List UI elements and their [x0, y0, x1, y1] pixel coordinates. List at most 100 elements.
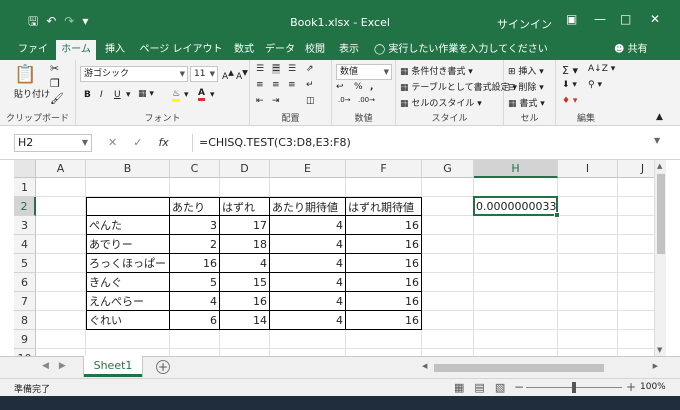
cell-G9[interactable]: [422, 330, 474, 349]
italic-icon[interactable]: I: [100, 90, 103, 100]
font-size-select[interactable]: 11 ▼: [190, 66, 218, 82]
cell-E10[interactable]: [270, 349, 346, 356]
align-top-icon[interactable]: ☰: [256, 64, 264, 74]
select-all-corner[interactable]: [14, 160, 36, 178]
cell-G6[interactable]: [422, 273, 474, 292]
cell-F10[interactable]: [346, 349, 422, 356]
row-header[interactable]: 5: [14, 254, 36, 273]
cell-C8[interactable]: 6: [170, 311, 220, 330]
decrease-indent-icon[interactable]: ⇤: [256, 96, 264, 106]
cell-H10[interactable]: [474, 349, 558, 356]
cell-H3[interactable]: [474, 216, 558, 235]
cell-B2[interactable]: [86, 197, 170, 216]
cell-D7[interactable]: 16: [220, 292, 270, 311]
cell-C4[interactable]: 2: [170, 235, 220, 254]
cell-F3[interactable]: 16: [346, 216, 422, 235]
minimize-icon[interactable]: —: [594, 12, 606, 26]
ribbon-display-options-icon[interactable]: ▣: [566, 12, 577, 26]
cell-C6[interactable]: 5: [170, 273, 220, 292]
vertical-scroll-thumb[interactable]: [657, 174, 665, 254]
cell-B1[interactable]: [86, 178, 170, 197]
row-header[interactable]: 9: [14, 330, 36, 349]
font-color-icon[interactable]: A: [198, 88, 205, 101]
decrease-font-icon[interactable]: A▼: [236, 68, 248, 82]
cell-E2[interactable]: あたり期待値: [270, 197, 346, 216]
row-header[interactable]: 1: [14, 178, 36, 197]
chevron-down-icon[interactable]: ▾: [210, 90, 215, 100]
cell-F9[interactable]: [346, 330, 422, 349]
row-header[interactable]: 8: [14, 311, 36, 330]
orientation-icon[interactable]: ⇗: [306, 64, 314, 74]
column-header[interactable]: A: [36, 160, 86, 178]
increase-decimal-icon[interactable]: .0→: [338, 96, 351, 104]
share-button[interactable]: ☻ 共有: [614, 40, 648, 60]
cell-F4[interactable]: 16: [346, 235, 422, 254]
cell-G8[interactable]: [422, 311, 474, 330]
column-header[interactable]: B: [86, 160, 170, 178]
conditional-formatting-button[interactable]: ▦ 条件付き書式 ▾: [400, 64, 473, 77]
cell-A9[interactable]: [36, 330, 86, 349]
bold-icon[interactable]: B: [84, 90, 91, 100]
cell-D2[interactable]: はずれ: [220, 197, 270, 216]
normal-view-icon[interactable]: ▦: [454, 381, 464, 394]
cell-E1[interactable]: [270, 178, 346, 197]
cell-I1[interactable]: [558, 178, 618, 197]
chevron-down-icon[interactable]: ▾: [184, 90, 189, 100]
sort-filter-icon[interactable]: A↓Z ▾: [588, 64, 615, 74]
enter-icon[interactable]: ✓: [133, 136, 142, 149]
cell-C7[interactable]: 4: [170, 292, 220, 311]
underline-icon[interactable]: U: [114, 90, 121, 100]
sheet-nav-arrows-icon[interactable]: ◀▶: [42, 361, 76, 371]
cell-A2[interactable]: [36, 197, 86, 216]
maximize-icon[interactable]: □: [620, 12, 631, 26]
accounting-format-icon[interactable]: ↩: [336, 82, 344, 92]
cell-E9[interactable]: [270, 330, 346, 349]
row-header[interactable]: 2: [14, 197, 36, 216]
cell-I9[interactable]: [558, 330, 618, 349]
tab-home[interactable]: ホーム: [56, 40, 96, 60]
tab-view[interactable]: 表示: [334, 40, 364, 60]
cell-F1[interactable]: [346, 178, 422, 197]
name-box[interactable]: H2 ▼: [14, 134, 92, 152]
align-center-icon[interactable]: ≡: [272, 80, 280, 90]
tab-file[interactable]: ファイル: [14, 40, 52, 75]
format-as-table-button[interactable]: ▦ テーブルとして書式設定 ▾: [400, 80, 517, 93]
cell-E6[interactable]: 4: [270, 273, 346, 292]
align-left-icon[interactable]: ≡: [256, 80, 264, 90]
cell-F6[interactable]: 16: [346, 273, 422, 292]
cell-H7[interactable]: [474, 292, 558, 311]
wrap-text-icon[interactable]: ↵: [306, 80, 314, 90]
cell-C3[interactable]: 3: [170, 216, 220, 235]
row-header[interactable]: 7: [14, 292, 36, 311]
cell-J1[interactable]: [618, 178, 654, 197]
cell-B9[interactable]: [86, 330, 170, 349]
cell-H5[interactable]: [474, 254, 558, 273]
cell-I5[interactable]: [558, 254, 618, 273]
delete-cells-button[interactable]: ⊟ 削除 ▾: [508, 80, 544, 93]
cell-I10[interactable]: [558, 349, 618, 356]
cell-E7[interactable]: 4: [270, 292, 346, 311]
cell-B8[interactable]: ぐれい: [86, 311, 170, 330]
cell-J4[interactable]: [618, 235, 654, 254]
cell-E5[interactable]: 4: [270, 254, 346, 273]
cell-A3[interactable]: [36, 216, 86, 235]
cell-B4[interactable]: あでりー: [86, 235, 170, 254]
autosum-icon[interactable]: Σ ▾: [562, 64, 578, 77]
column-header[interactable]: H: [474, 160, 558, 178]
cell-D1[interactable]: [220, 178, 270, 197]
cell-J3[interactable]: [618, 216, 654, 235]
expand-formula-icon[interactable]: ▼: [654, 136, 660, 145]
zoom-in-icon[interactable]: +: [626, 380, 636, 394]
cell-D6[interactable]: 15: [220, 273, 270, 292]
cell-I4[interactable]: [558, 235, 618, 254]
borders-icon[interactable]: ▦ ▾: [138, 89, 154, 99]
cell-J6[interactable]: [618, 273, 654, 292]
row-header[interactable]: 10: [14, 349, 36, 356]
page-layout-view-icon[interactable]: ▤: [474, 381, 484, 394]
cell-C1[interactable]: [170, 178, 220, 197]
cell-H9[interactable]: [474, 330, 558, 349]
column-header[interactable]: C: [170, 160, 220, 178]
vertical-scrollbar[interactable]: ▲ ▼: [654, 160, 666, 356]
cell-B7[interactable]: えんぺらー: [86, 292, 170, 311]
cell-G7[interactable]: [422, 292, 474, 311]
